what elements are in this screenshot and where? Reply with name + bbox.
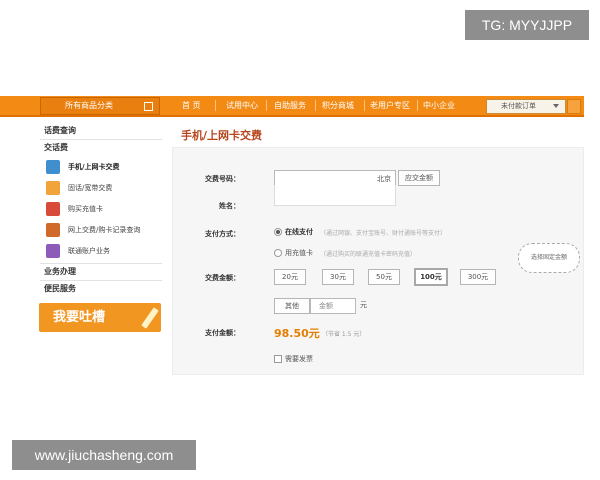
record-icon: [46, 223, 60, 237]
phone-input[interactable]: 北京: [274, 170, 396, 186]
amount-50-button[interactable]: 50元: [368, 269, 400, 285]
sidebar-divider: [40, 263, 162, 264]
watermark-tg: TG: MYYJJPP: [465, 10, 589, 40]
nav-points-mall[interactable]: 积分商城: [322, 96, 354, 115]
nav-divider: [315, 100, 316, 111]
sidebar-item-buy-card[interactable]: 购买充值卡: [46, 200, 160, 218]
pay-method-label: 支付方式：: [205, 230, 240, 238]
chevron-down-icon: [553, 104, 559, 108]
complain-label: 我要吐槽: [53, 310, 106, 325]
card-icon: [46, 202, 60, 216]
sidebar-convenience[interactable]: 便民服务: [44, 282, 76, 296]
pay-online-label[interactable]: 在线支付: [285, 227, 313, 237]
sidebar-item-account[interactable]: 联通账户业务: [46, 242, 160, 260]
name-label: 姓名：: [219, 202, 240, 210]
pay-card-label[interactable]: 用充值卡: [285, 248, 313, 258]
expand-icon: [144, 102, 153, 111]
nav-divider: [215, 100, 216, 111]
phone-region: 北京: [377, 175, 391, 183]
other-amount-button[interactable]: 其他: [274, 298, 310, 314]
pay-card-note: （通过购买的联通充值卡密码充值）: [320, 251, 417, 258]
complain-banner[interactable]: 我要吐槽: [39, 303, 161, 332]
sidebar-item-mobile-pay[interactable]: 手机/上网卡交费: [46, 158, 160, 176]
discount-note: （节省 1.5 元）: [322, 331, 366, 338]
nav-trial-center[interactable]: 试用中心: [226, 96, 258, 115]
nav-home[interactable]: 首 页: [182, 96, 201, 115]
sidebar-pay-bill[interactable]: 交话费: [44, 141, 68, 155]
phone-label: 交费号码：: [205, 175, 240, 183]
pay-online-radio[interactable]: [274, 228, 282, 236]
sidebar-bill-query[interactable]: 话费查询: [44, 124, 76, 138]
nav-old-users[interactable]: 老用户专区: [370, 96, 410, 115]
amount-20-button[interactable]: 20元: [274, 269, 306, 285]
sidebar-item-label: 网上交费/购卡记录查询: [68, 226, 141, 234]
nav-self-service[interactable]: 自助服务: [274, 96, 306, 115]
pay-card-radio[interactable]: [274, 249, 282, 257]
sidebar-item-landline-pay[interactable]: 固话/宽带交费: [46, 179, 160, 197]
invoice-checkbox[interactable]: [274, 355, 282, 363]
nav-divider: [266, 100, 267, 111]
amount-30-button[interactable]: 30元: [322, 269, 354, 285]
phone-suggestion-dropdown[interactable]: [274, 185, 396, 206]
all-goods-menu[interactable]: 所有商品分类: [40, 97, 160, 115]
pen-icon: [141, 307, 159, 329]
sidebar-item-label: 购买充值卡: [68, 205, 103, 213]
landline-icon: [46, 181, 60, 195]
nav-divider: [417, 100, 418, 111]
pay-online-note: （通过网银、支付宝账号、财付通账号等支付）: [320, 230, 447, 237]
total-value: 98.50元: [274, 327, 320, 340]
other-amount-unit: 元: [360, 301, 367, 309]
order-dropdown[interactable]: 未付款订单: [486, 99, 566, 114]
select-amount-hint: 选择固定金额: [518, 243, 580, 273]
sidebar-item-label: 手机/上网卡交费: [68, 163, 120, 171]
all-goods-label: 所有商品分类: [65, 101, 113, 110]
account-icon: [46, 244, 60, 258]
sidebar-divider: [40, 139, 162, 140]
amount-label: 交费金额：: [205, 274, 240, 282]
sidebar-business[interactable]: 业务办理: [44, 265, 76, 279]
phone-icon: [46, 160, 60, 174]
sidebar-item-label: 联通账户业务: [68, 247, 110, 255]
sidebar-item-label: 固话/宽带交费: [68, 184, 113, 192]
query-amount-button[interactable]: 应交金额: [398, 170, 440, 186]
go-button[interactable]: [567, 99, 581, 114]
sidebar-divider: [40, 280, 162, 281]
sidebar-item-records[interactable]: 网上交费/购卡记录查询: [46, 221, 160, 239]
nav-divider: [364, 100, 365, 111]
amount-300-button[interactable]: 300元: [460, 269, 496, 285]
watermark-site: www.jiuchasheng.com: [12, 440, 196, 470]
amount-100-button[interactable]: 100元: [414, 268, 448, 286]
order-dropdown-label: 未付款订单: [501, 102, 536, 110]
page-title: 手机/上网卡交费: [181, 129, 263, 142]
other-amount-input[interactable]: 金额: [310, 298, 356, 314]
total-label: 支付金额：: [205, 329, 240, 337]
invoice-label[interactable]: 需要发票: [285, 354, 313, 364]
nav-sme[interactable]: 中小企业: [423, 96, 455, 115]
